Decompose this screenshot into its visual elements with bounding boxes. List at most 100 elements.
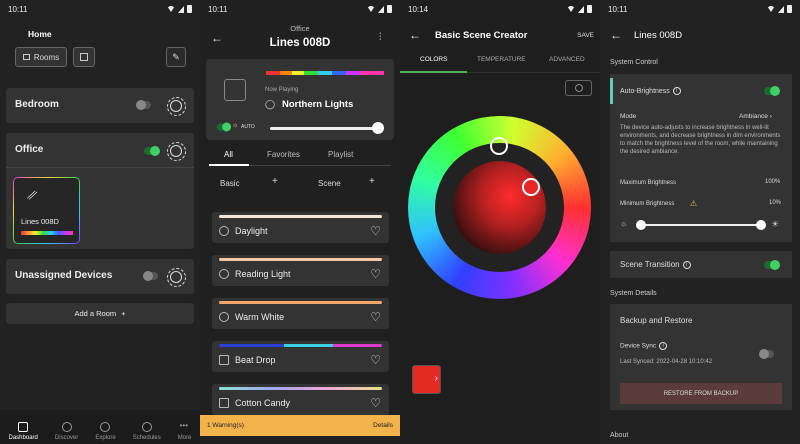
signal-icon (578, 5, 584, 13)
page-title: Lines 008D (269, 37, 331, 49)
heart-icon[interactable]: ♡ (370, 396, 381, 410)
unassigned-power-toggle[interactable] (143, 271, 158, 281)
tab-underline (209, 164, 391, 166)
section-header: System Control (610, 59, 658, 66)
now-playing-card[interactable]: Now Playing ◯ Northern Lights ☼ AUTO (206, 59, 394, 140)
color-wheel[interactable] (408, 116, 591, 299)
heart-icon[interactable]: ♡ (370, 267, 381, 281)
basic-label: Basic (220, 179, 240, 188)
info-icon[interactable]: i (659, 342, 668, 350)
add-room-button[interactable]: Add a Room + (6, 303, 194, 324)
status-time: 10:11 (208, 4, 228, 14)
info-icon[interactable]: i (682, 260, 691, 269)
warning-banner[interactable]: 1 Warning(s) Details (200, 415, 400, 436)
tab-advanced[interactable]: ADVANCED (549, 56, 585, 63)
hue-handle[interactable] (490, 137, 508, 155)
tab-playlist[interactable]: Playlist (328, 150, 353, 159)
group-icon (80, 53, 88, 61)
room-bedroom[interactable]: Bedroom (6, 88, 194, 123)
status-time: 10:14 (408, 4, 429, 14)
section-header: System Details (610, 290, 657, 297)
back-arrow-icon[interactable]: ← (610, 28, 622, 42)
add-basic-button[interactable]: + (272, 176, 278, 187)
device-sync-toggle[interactable] (759, 349, 774, 359)
scene-name: Reading Light (235, 269, 291, 279)
max-knob[interactable] (756, 220, 766, 230)
edit-button[interactable]: ✎ (166, 47, 186, 67)
heart-icon[interactable]: ♡ (370, 224, 381, 238)
play-icon[interactable] (224, 79, 246, 101)
tab-colors[interactable]: COLORS (420, 56, 447, 63)
tab-all[interactable]: All (224, 150, 233, 159)
scene-color-bar (219, 387, 382, 390)
room-name: Bedroom (15, 99, 59, 110)
nav-label: Explore (95, 435, 116, 441)
nav-explore[interactable]: Explore (95, 422, 116, 441)
power-toggle[interactable] (216, 122, 232, 132)
rooms-chip[interactable]: Rooms (15, 47, 67, 67)
nav-schedules[interactable]: Schedules (133, 422, 161, 441)
group-chip[interactable] (73, 47, 95, 67)
room-subtitle: Office (290, 24, 310, 33)
details-link[interactable]: Details (373, 422, 393, 429)
heart-icon[interactable]: ♡ (370, 353, 381, 367)
now-playing-label: Now Playing (265, 87, 299, 93)
scene-item[interactable]: Daylight ♡ (212, 212, 389, 243)
saturation-picker[interactable] (453, 161, 546, 254)
office-power-toggle[interactable] (144, 146, 160, 156)
eyedropper-button[interactable] (565, 80, 592, 96)
brightness-slider[interactable] (270, 122, 384, 134)
tab-temperature[interactable]: TEMPERATURE (477, 56, 526, 63)
mode-select[interactable]: Ambiance › (739, 113, 772, 120)
brightness-icon[interactable] (167, 268, 186, 287)
scene-color-bar (266, 71, 384, 75)
add-scene-button[interactable]: + (369, 176, 375, 187)
back-arrow-icon[interactable]: ← (409, 28, 421, 42)
brightness-icon[interactable] (167, 142, 186, 161)
info-icon[interactable]: i (672, 87, 681, 95)
heart-icon[interactable]: ♡ (370, 310, 381, 324)
drop-icon: ◯ (265, 99, 276, 109)
tab-underline (400, 71, 600, 73)
bright-sun-icon: ☀ (771, 219, 780, 229)
status-icons (367, 5, 392, 13)
scene-item[interactable]: Cotton Candy ♡ (212, 384, 389, 415)
signal-icon (378, 5, 384, 13)
slider-knob[interactable] (372, 122, 384, 134)
wifi-icon (567, 6, 575, 12)
settings-sliders-icon[interactable]: ⫶ (379, 32, 382, 43)
selected-color-swatch[interactable]: › (412, 365, 441, 394)
scene-transition-toggle[interactable] (764, 260, 780, 270)
scene-icon (219, 226, 229, 236)
restore-backup-button[interactable]: RESTORE FROM BACKUP (620, 383, 782, 404)
tab-favorites[interactable]: Favorites (267, 150, 300, 159)
wifi-icon (167, 6, 175, 12)
rooms-icon (22, 54, 30, 60)
brightness-range-slider[interactable] (636, 220, 766, 230)
room-unassigned[interactable]: Unassigned Devices (6, 259, 194, 294)
now-playing-scene: Northern Lights (282, 99, 354, 110)
nav-more[interactable]: ••• More (178, 422, 192, 442)
bedroom-power-toggle[interactable] (136, 100, 151, 110)
scene-icon (219, 269, 229, 279)
scene-item[interactable]: Reading Light ♡ (212, 255, 389, 286)
bottom-nav: Dashboard Discover Explore Schedules •••… (0, 410, 200, 444)
nav-discover[interactable]: Discover (55, 422, 78, 441)
nav-dashboard[interactable]: Dashboard (9, 422, 38, 441)
signal-icon (778, 5, 784, 13)
auto-brightness-toggle[interactable] (764, 86, 780, 96)
clock-icon (141, 422, 152, 432)
scene-creator-screen: 10:14 ← Basic Scene Creator SAVE COLORS … (400, 0, 600, 444)
min-knob[interactable] (636, 220, 646, 230)
scene-item[interactable]: Beat Drop ♡ (212, 341, 389, 372)
scene-color-bar (219, 215, 382, 218)
brightness-icon[interactable] (167, 97, 186, 116)
scene-item[interactable]: Warm White ♡ (212, 298, 389, 329)
max-brightness-label: Maximum Brightness (620, 180, 677, 186)
min-brightness-label: Minimum Brightness (620, 201, 675, 207)
device-card-lines[interactable]: ⫽ Lines 008D (13, 177, 80, 244)
save-button[interactable]: SAVE (577, 32, 594, 39)
color-handle[interactable] (522, 178, 540, 196)
compass-icon (100, 422, 111, 432)
about-section-header: About (610, 432, 629, 439)
